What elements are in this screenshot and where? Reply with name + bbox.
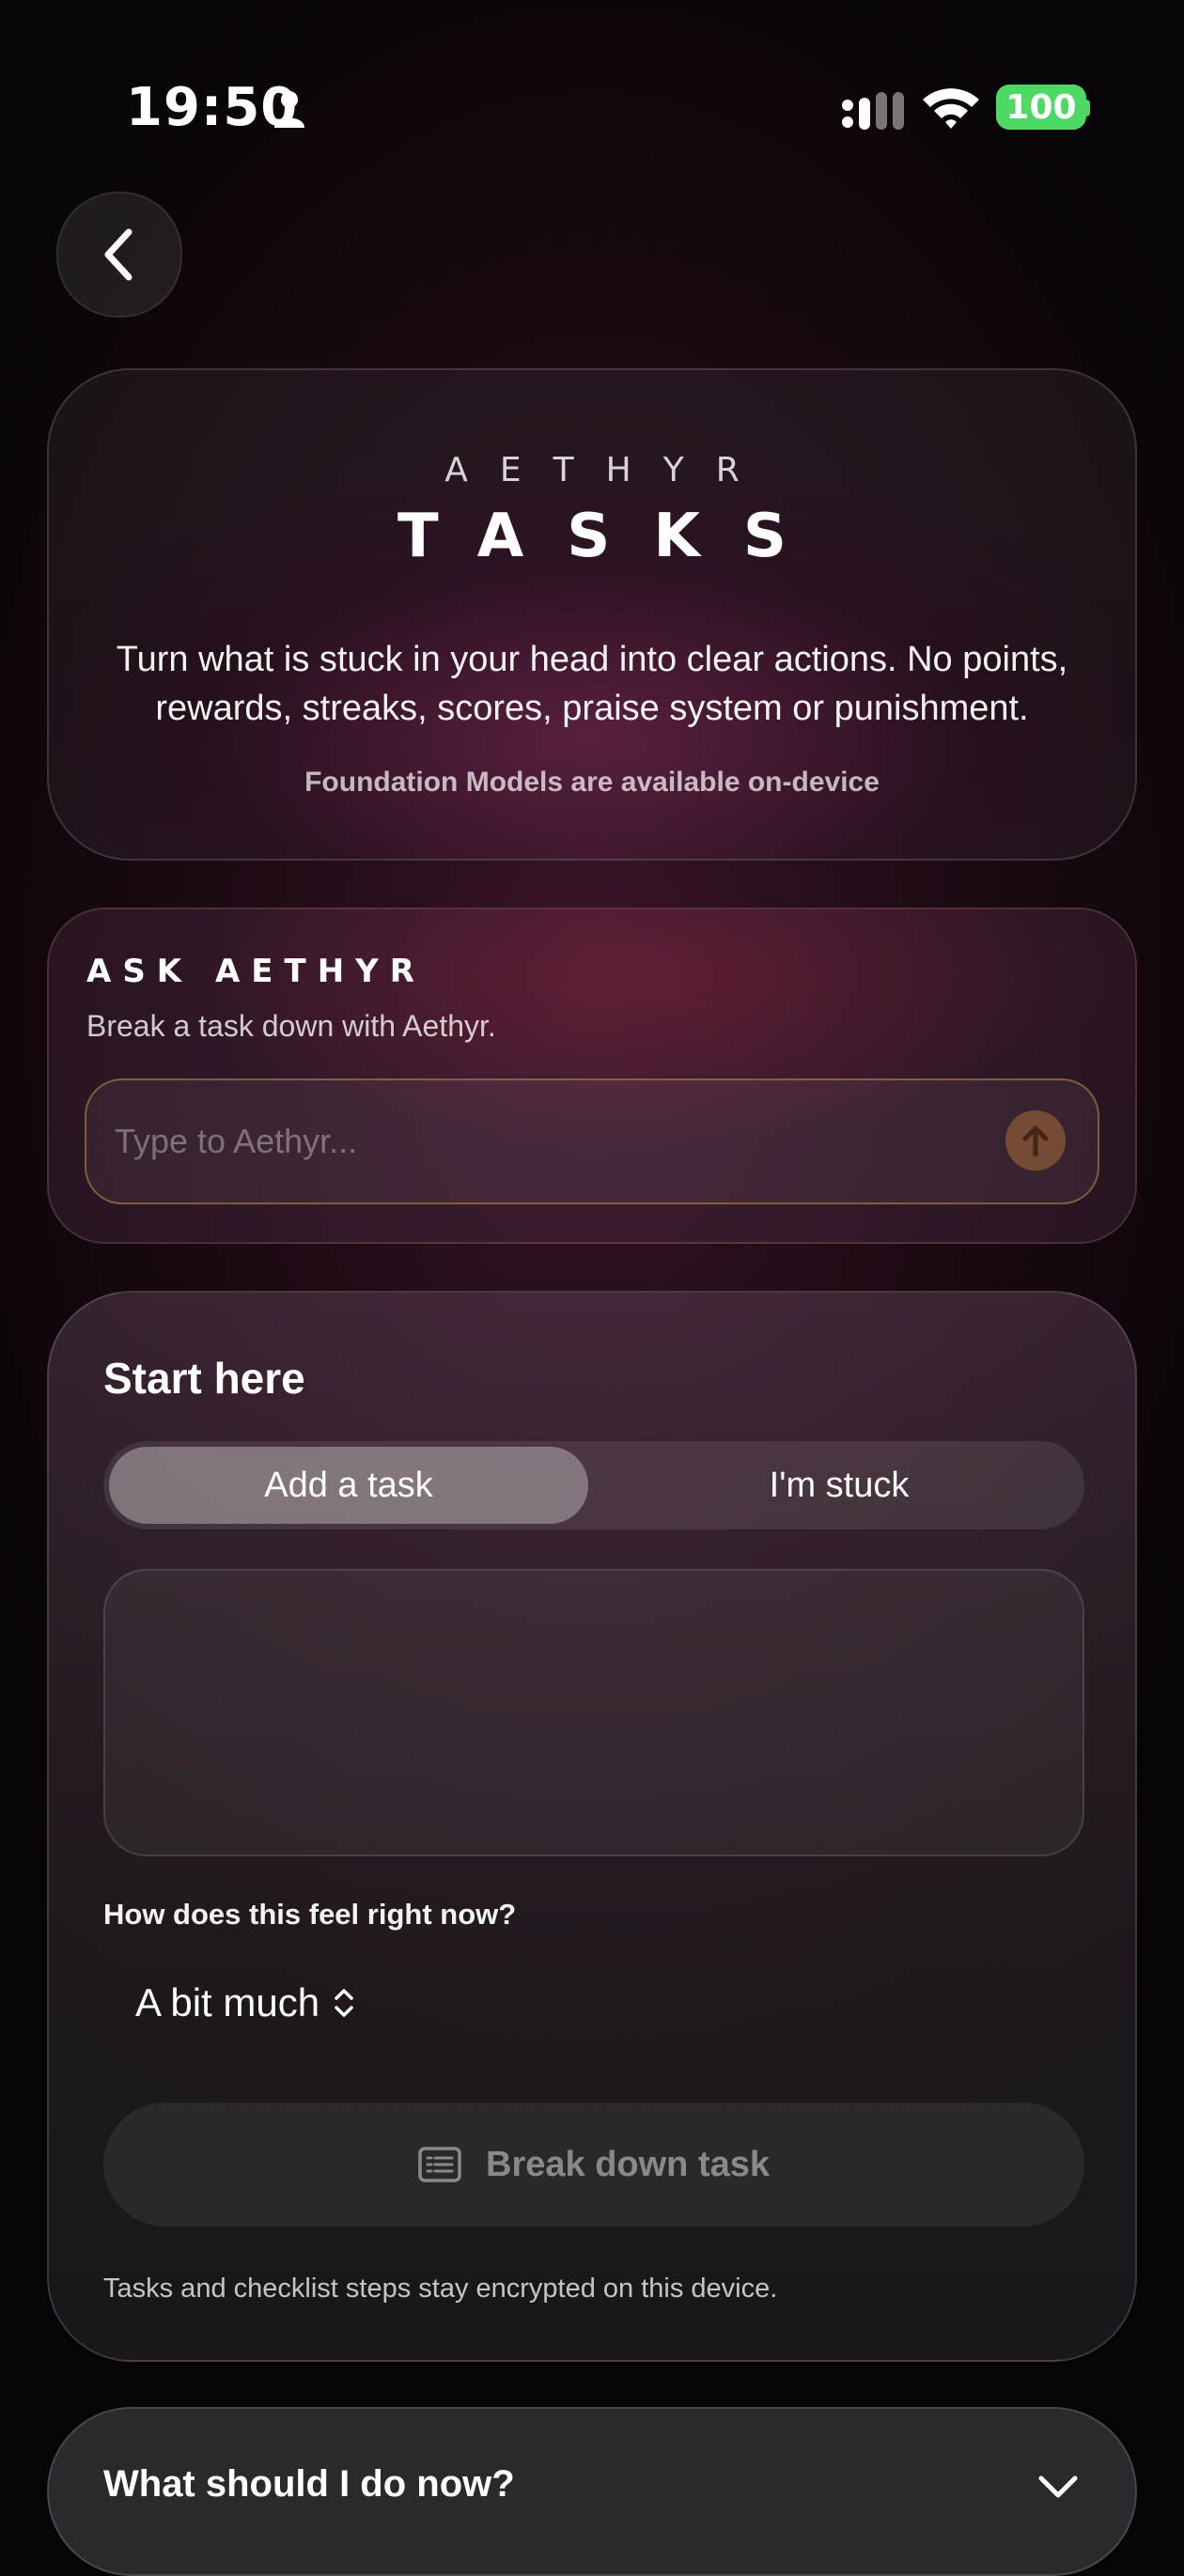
feel-label: How does this feel right now? [103, 1898, 517, 1931]
battery-nub [1083, 100, 1090, 116]
arrow-up-icon [1022, 1125, 1049, 1156]
chevron-up-down-icon [335, 1989, 353, 2017]
break-down-task-button[interactable]: Break down task [103, 2103, 1084, 2227]
chevron-left-icon [104, 228, 132, 281]
tab-im-stuck[interactable]: I'm stuck [600, 1447, 1079, 1524]
ask-input-placeholder: Type to Aethyr... [115, 1122, 358, 1160]
start-here-card: Start here Add a task I'm stuck How does… [47, 1291, 1137, 2362]
person-icon [274, 91, 304, 128]
ask-input[interactable]: Type to Aethyr... [85, 1079, 1099, 1204]
battery-indicator: 100 [996, 85, 1086, 130]
feel-picker[interactable]: A bit much [135, 1980, 355, 2025]
encryption-note: Tasks and checklist steps stay encrypted… [103, 2273, 778, 2304]
now-section-title: What should I do now? [103, 2463, 515, 2505]
ask-title: ASK AETHYR [86, 953, 426, 990]
wifi-icon [923, 88, 979, 129]
break-down-task-label: Break down task [486, 2144, 770, 2184]
section-title: Start here [103, 1354, 305, 1403]
ask-subtitle: Break a task down with Aethyr. [86, 1009, 496, 1043]
ask-aethyr-card: ASK AETHYR Break a task down with Aethyr… [47, 908, 1137, 1244]
brand-label: AETHYR [444, 451, 771, 489]
send-button[interactable] [1005, 1110, 1066, 1171]
page-title: TASKS [397, 502, 830, 571]
chevron-down-icon [1038, 2475, 1078, 2498]
back-button[interactable] [56, 192, 182, 318]
tab-add-task[interactable]: Add a task [109, 1447, 588, 1524]
hero-description: Turn what is stuck in your head into cle… [116, 640, 1068, 728]
task-text-area[interactable] [103, 1569, 1084, 1856]
feel-picker-value: A bit much [135, 1980, 320, 2025]
what-should-i-do-now-section[interactable]: What should I do now? [47, 2407, 1137, 2576]
hero-card: AETHYR TASKS Turn what is stuck in your … [47, 368, 1137, 861]
on-device-note: Foundation Models are available on-devic… [304, 767, 880, 798]
mode-segmented-control: Add a task I'm stuck [103, 1441, 1084, 1529]
list-document-icon [418, 2147, 461, 2182]
